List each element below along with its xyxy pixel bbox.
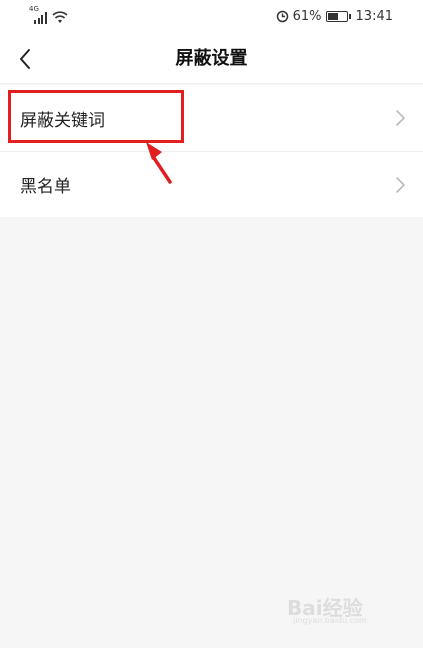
nav-bar: 屏蔽设置: [0, 34, 423, 84]
list-item-blacklist[interactable]: 黑名单: [0, 151, 423, 217]
baidu-watermark-logo: Bai经验 jingyan.baidu.com: [287, 592, 397, 630]
network-type-label: 4G: [29, 5, 39, 13]
chevron-right-icon: [396, 176, 405, 193]
status-left: 4G: [29, 5, 68, 24]
battery-icon: [325, 10, 351, 22]
battery-fill: [327, 12, 338, 20]
page-title: 屏蔽设置: [175, 48, 248, 69]
signal-icon: [34, 12, 47, 24]
red-arrow-icon: [146, 142, 172, 184]
data-saver-icon: [276, 10, 288, 22]
status-right: 61% 13:41: [276, 8, 393, 24]
watermark-subtext: jingyan.baidu.com: [293, 616, 367, 625]
highlight-box: [8, 90, 184, 143]
battery-percent: 61%: [292, 8, 322, 24]
wifi-icon: [51, 11, 68, 23]
list-item-label: 黑名单: [20, 177, 71, 197]
clock: 13:41: [355, 8, 393, 24]
status-bar: 4G 61% 13:41: [0, 0, 423, 34]
chevron-right-icon: [396, 110, 405, 126]
